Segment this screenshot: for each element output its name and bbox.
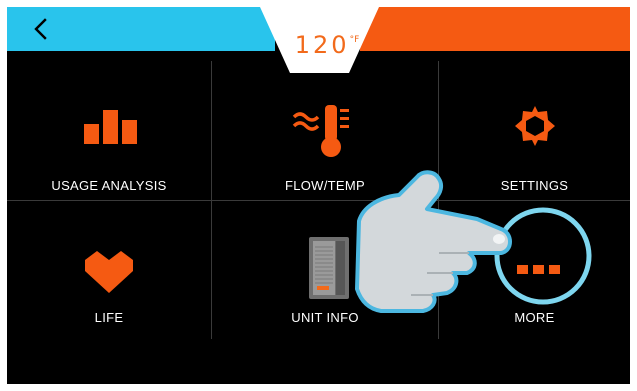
back-button[interactable] [29, 17, 53, 41]
unit-info-label: UNIT INFO [291, 310, 359, 325]
more-button[interactable]: MORE [439, 201, 630, 340]
settings-label: SETTINGS [500, 178, 569, 193]
ellipsis-icon [517, 265, 560, 274]
temperature-unit: °F [349, 35, 360, 45]
flow-temp-label: FLOW/TEMP [285, 178, 365, 193]
life-label: LIFE [94, 310, 124, 325]
water-heater-unit-icon [309, 237, 349, 299]
flow-temp-button[interactable]: FLOW/TEMP [212, 61, 438, 200]
usage-analysis-button[interactable]: USAGE ANALYSIS [7, 61, 211, 200]
bar-chart-icon [84, 110, 137, 144]
touch-screen: 120°F USAGE ANALYSIS FLOW/TEMP SETTINGS … [7, 7, 630, 384]
usage-analysis-label: USAGE ANALYSIS [51, 178, 167, 193]
more-label: MORE [514, 310, 555, 325]
settings-button[interactable]: SETTINGS [439, 61, 630, 200]
chevron-left-icon [34, 18, 47, 40]
heart-icon [85, 251, 133, 293]
menu-grid: USAGE ANALYSIS FLOW/TEMP SETTINGS LIFE U… [7, 61, 630, 339]
temperature-value: 120 [294, 31, 350, 59]
unit-info-button[interactable]: UNIT INFO [212, 201, 438, 340]
temperature-readout: 120°F [287, 31, 367, 59]
hexagon-gear-icon [515, 106, 555, 146]
life-button[interactable]: LIFE [7, 201, 211, 340]
thermometer-flow-icon [292, 105, 349, 157]
